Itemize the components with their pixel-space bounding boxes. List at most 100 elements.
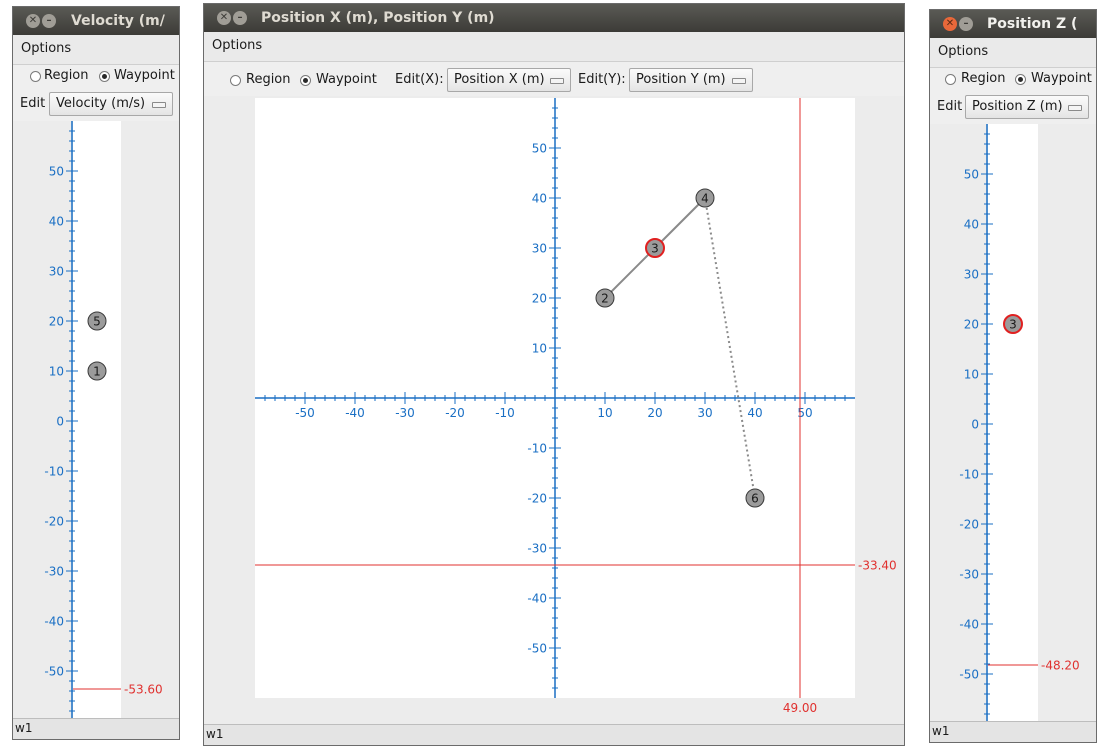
x-tick-label: 40 [747,406,762,420]
y-tick-label: 30 [964,268,979,282]
y-tick-label: 40 [532,192,547,206]
close-icon[interactable]: ✕ [943,17,957,31]
y-tick-label: -10 [959,468,979,482]
waypoint-label: 5 [93,315,101,329]
edit-combo[interactable]: Velocity (m/s) [49,92,173,116]
menubar: Options [13,35,179,65]
y-tick-label: -40 [527,592,547,606]
marker-x-value-label: 49.00 [783,701,817,715]
menubar: Options [930,38,1096,68]
waypoint-radio-label[interactable]: Waypoint [1031,71,1092,86]
y-tick-label: -30 [44,565,64,579]
region-radio[interactable] [230,75,241,86]
y-tick-label: 50 [49,165,64,179]
x-tick-label: -30 [395,406,415,420]
close-icon[interactable]: ✕ [26,14,40,28]
edit-combo[interactable]: Position Z (m) [965,95,1089,119]
waypoint-radio[interactable] [300,75,311,86]
edit-y-combo-value: Position Y (m) [636,72,726,87]
edit-label: Edit [20,96,46,111]
close-icon[interactable]: ✕ [217,11,231,25]
y-tick-label: -20 [527,492,547,506]
options-menu[interactable]: Options [212,38,262,53]
x-tick-label: 30 [697,406,712,420]
y-tick-label: 20 [49,315,64,329]
y-tick-label: -20 [44,515,64,529]
options-menu[interactable]: Options [21,41,71,56]
y-tick-label: 10 [49,365,64,379]
region-radio[interactable] [30,71,41,82]
position-xy-titlebar[interactable]: ✕ – Position X (m), Position Y (m) [204,4,904,32]
status-text: w1 [206,727,224,741]
x-tick-label: -50 [295,406,315,420]
position-z-window: ✕ – Position Z ( Options Region Waypoint… [929,9,1097,743]
edit-y-label: Edit(Y): [578,72,626,87]
y-tick-label: 50 [532,142,547,156]
statusbar: w1 [204,724,904,745]
y-tick-label: -40 [959,618,979,632]
y-tick-label: -10 [44,465,64,479]
region-radio-label[interactable]: Region [961,71,1006,86]
waypoint-label: 3 [651,242,659,256]
y-tick-label: -40 [44,615,64,629]
edit-y-combo[interactable]: Position Y (m) [629,68,753,92]
region-radio[interactable] [945,74,956,85]
region-radio-label[interactable]: Region [44,68,89,83]
x-tick-label: -20 [445,406,465,420]
marker-value-label: -48.20 [1041,659,1080,673]
dropdown-arrow-icon [152,102,166,108]
y-tick-label: 10 [532,342,547,356]
waypoint-label: 6 [751,492,759,506]
window-title: Position X (m), Position Y (m) [261,10,495,26]
waypoint-radio[interactable] [1015,74,1026,85]
x-tick-label: -10 [495,406,515,420]
dropdown-arrow-icon [550,78,564,84]
status-text: w1 [932,724,950,738]
plot-strip [73,121,121,721]
minimize-icon[interactable]: – [42,14,56,28]
dropdown-arrow-icon [1068,105,1082,111]
velocity-plot[interactable]: -50 -40 -30 -20 -10 0 10 20 30 40 50 -53.60 5 1 [13,121,179,721]
y-tick-label: 10 [964,368,979,382]
y-tick-label: -50 [44,665,64,679]
y-tick-label: 50 [964,168,979,182]
x-tick-label: -40 [345,406,365,420]
window-title: Velocity (m/ [71,13,165,29]
edit-label: Edit [937,99,963,114]
edit-x-combo[interactable]: Position X (m) [447,68,571,92]
y-tick-label: 0 [971,418,979,432]
y-tick-label: 40 [49,215,64,229]
marker-value-label: -53.60 [124,683,163,697]
y-tick-label: -50 [959,668,979,682]
window-title: Position Z ( [987,16,1078,32]
position-xy-plot[interactable]: -50 -40 -30 -20 -10 10 20 30 40 50 -50 -40 -30 -20 -10… [204,96,904,726]
waypoint-radio-label[interactable]: Waypoint [316,72,377,87]
status-text: w1 [15,721,33,735]
edit-combo-value: Velocity (m/s) [56,96,146,111]
statusbar: w1 [930,721,1096,742]
velocity-titlebar[interactable]: ✕ – Velocity (m/ [13,7,179,35]
dropdown-arrow-icon [732,78,746,84]
options-menu[interactable]: Options [938,44,988,59]
y-tick-label: 20 [964,318,979,332]
waypoint-label: 1 [93,365,101,379]
position-z-plot[interactable]: -50 -40 -30 -20 -10 0 10 20 30 40 50 -48.20 3 [930,124,1096,724]
y-tick-label: -20 [959,518,979,532]
position-z-titlebar[interactable]: ✕ – Position Z ( [930,10,1096,38]
velocity-window: ✕ – Velocity (m/ Options Region Waypoint… [12,6,180,740]
waypoint-radio[interactable] [99,71,110,82]
waypoint-radio-label[interactable]: Waypoint [114,68,175,83]
minimize-icon[interactable]: – [959,17,973,31]
waypoint-label: 2 [601,292,609,306]
y-tick-label: 0 [56,415,64,429]
edit-x-combo-value: Position X (m) [454,72,545,87]
y-tick-label: 30 [49,265,64,279]
y-tick-label: -30 [959,568,979,582]
edit-x-label: Edit(X): [395,72,444,87]
x-tick-label: 20 [647,406,662,420]
y-tick-label: 40 [964,218,979,232]
region-radio-label[interactable]: Region [246,72,291,87]
menubar: Options [204,32,904,62]
waypoint-label: 4 [701,192,709,206]
minimize-icon[interactable]: – [233,11,247,25]
